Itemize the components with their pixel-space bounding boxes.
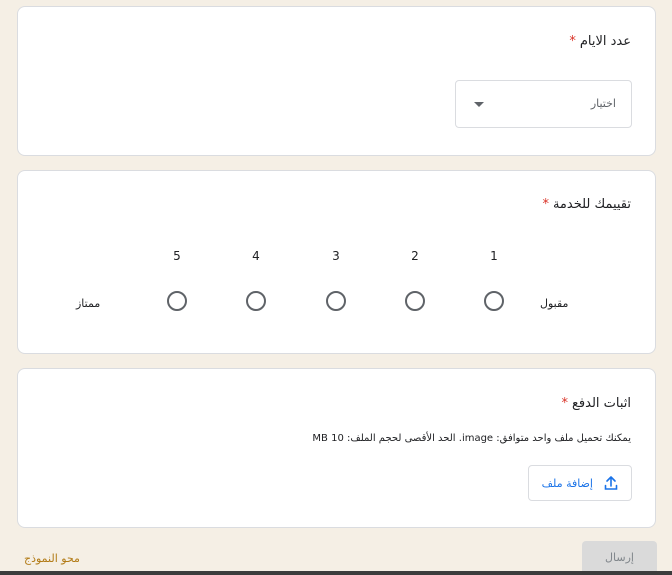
question-title-text: اثبات الدفع [571,396,631,411]
upload-hint: يمكنك تحميل ملف واحد متوافق: image. الحد… [312,433,631,444]
required-asterisk: * [561,396,568,411]
dropdown-placeholder: اختيار [590,97,616,110]
scale-low-label: مقبول [540,297,569,310]
question-card-rating: تقييمك للخدمة* 1 2 3 4 5 مقبول ممتاز [17,170,656,354]
scale-number-1: 1 [490,249,498,263]
days-dropdown[interactable]: اختيار [455,80,632,128]
question-card-days: عدد الايام* اختيار [17,6,656,156]
bottom-bar [0,571,672,575]
clear-form-link[interactable]: محو النموذج [24,552,80,565]
submit-label: إرسال [605,551,634,564]
question-title-payment: اثبات الدفع* [561,396,631,411]
question-title-rating: تقييمك للخدمة* [542,197,631,212]
scale-number-2: 2 [411,249,419,263]
question-title-text: عدد الايام [579,34,631,49]
scale-high-label: ممتاز [76,297,101,310]
required-asterisk: * [542,197,549,212]
question-title-text: تقييمك للخدمة [552,197,631,212]
question-card-payment: اثبات الدفع* يمكنك تحميل ملف واحد متوافق… [17,368,656,528]
scale-number-5: 5 [173,249,181,263]
scale-number-4: 4 [252,249,260,263]
question-title-days: عدد الايام* [569,34,631,49]
add-file-button[interactable]: إضافة ملف [528,465,632,501]
rating-radio-3[interactable] [326,291,346,311]
submit-button[interactable]: إرسال [582,541,657,575]
rating-radio-5[interactable] [167,291,187,311]
required-asterisk: * [569,34,576,49]
upload-icon [604,476,618,490]
add-file-label: إضافة ملف [541,477,593,490]
rating-radio-2[interactable] [405,291,425,311]
scale-number-3: 3 [332,249,340,263]
rating-radio-1[interactable] [484,291,504,311]
rating-radio-4[interactable] [246,291,266,311]
caret-down-icon [474,102,484,107]
